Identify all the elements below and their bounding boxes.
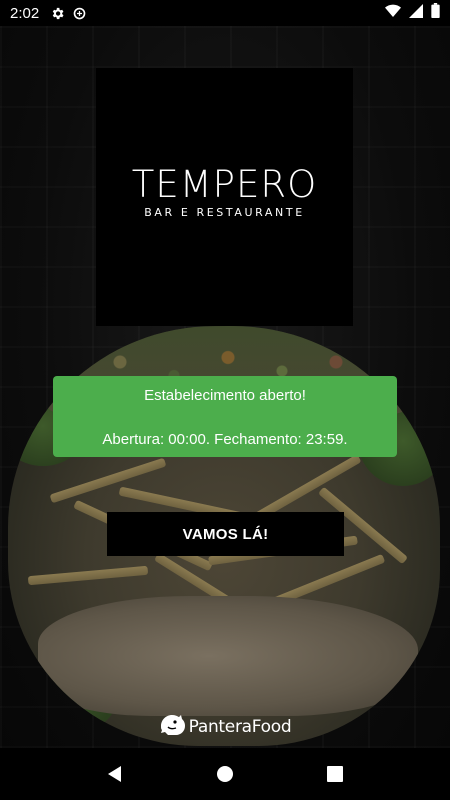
navigation-bar: [0, 748, 450, 800]
recents-icon[interactable]: [315, 754, 355, 794]
panther-icon: [159, 712, 185, 741]
open-status-card: Estabelecimento aberto! Abertura: 00:00.…: [53, 376, 397, 457]
signal-icon: [409, 3, 423, 23]
restaurant-logo: TEMPERO BAR E RESTAURANTE: [96, 68, 353, 326]
logo-title: TEMPERO: [131, 162, 318, 206]
status-bar: 2:02: [0, 0, 450, 26]
opening-hours-text: Abertura: 00:00. Fechamento: 23:59.: [102, 431, 348, 448]
vamos-la-button[interactable]: VAMOS LÁ!: [107, 512, 344, 556]
back-icon[interactable]: [95, 754, 135, 794]
panterafood-brand: PanteraFood: [0, 712, 450, 741]
settings-icon: [49, 5, 65, 21]
wifi-icon: [385, 4, 401, 23]
brand-name: PanteraFood: [188, 716, 292, 737]
home-icon[interactable]: [205, 754, 245, 794]
status-time: 2:02: [10, 4, 40, 22]
logo-subtitle: BAR E RESTAURANTE: [144, 205, 305, 219]
open-status-title: Estabelecimento aberto!: [144, 387, 306, 404]
battery-icon: [431, 3, 440, 23]
data-saver-icon: [71, 5, 87, 21]
